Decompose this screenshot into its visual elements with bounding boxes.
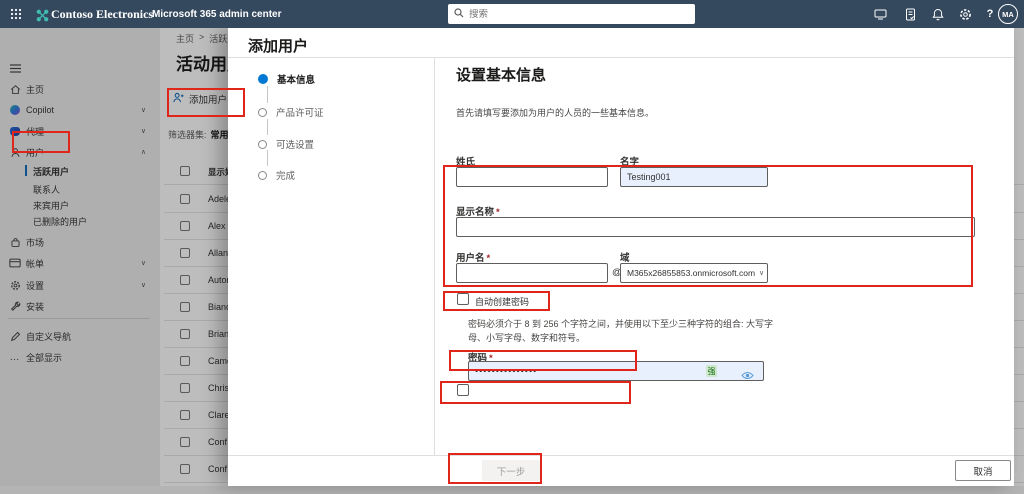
app-title[interactable]: Microsoft 365 admin center: [152, 9, 281, 20]
search-box[interactable]: [448, 4, 695, 24]
document-check-icon[interactable]: [902, 6, 918, 22]
panel-footer-divider: [228, 455, 1014, 456]
annotation-box-auto-password: [443, 291, 550, 311]
gear-icon[interactable]: [957, 6, 973, 22]
wizard-step-licenses[interactable]: 产品许可证: [258, 105, 324, 119]
app-launcher-icon[interactable]: [8, 6, 24, 22]
panel-column-divider: [434, 57, 435, 455]
step-connector: [267, 119, 268, 135]
contoso-logo-icon: [34, 7, 50, 23]
brand-name: Contoso Electronics: [51, 7, 154, 21]
search-input[interactable]: [469, 8, 689, 20]
password-strength-badge: 强: [706, 365, 717, 377]
bell-icon[interactable]: [930, 6, 946, 22]
step-dot: [258, 139, 267, 149]
password-rules-text: 密码必须介于 8 到 256 个字符之间，并使用以下至少三种字符的组合: 大写字…: [468, 319, 774, 343]
annotation-box-next-button: [448, 453, 542, 484]
desktop-icon[interactable]: [872, 6, 888, 22]
account-avatar[interactable]: MA: [998, 4, 1018, 24]
top-app-bar: Contoso Electronics Microsoft 365 admin …: [0, 0, 1024, 28]
annotation-box-add-user-button: [167, 88, 245, 117]
help-icon[interactable]: ?: [982, 6, 998, 22]
wizard-step-finish[interactable]: 完成: [258, 168, 295, 182]
wizard-step-basics[interactable]: 基本信息: [258, 72, 315, 86]
step-connector: [267, 86, 268, 103]
annotation-box-password-label: [449, 350, 637, 371]
step-connector: [267, 150, 268, 166]
panel-header-divider: [228, 57, 1014, 58]
annotation-box-active-users: [12, 131, 70, 153]
step-dot: [258, 170, 267, 180]
search-icon: [454, 5, 464, 23]
panel-title: 添加用户: [248, 38, 309, 55]
annotation-box-name-fields: [443, 165, 973, 287]
form-heading: 设置基本信息: [456, 67, 547, 84]
show-password-eye-icon[interactable]: [741, 367, 754, 385]
annotation-box-require-change: [440, 381, 631, 404]
wizard-step-optional[interactable]: 可选设置: [258, 137, 314, 151]
form-description: 首先请填写要添加为用户的人员的一些基本信息。: [456, 108, 655, 118]
cancel-button[interactable]: 取消: [955, 460, 1011, 481]
step-dot: [258, 107, 267, 117]
step-active-dot: [258, 74, 268, 84]
